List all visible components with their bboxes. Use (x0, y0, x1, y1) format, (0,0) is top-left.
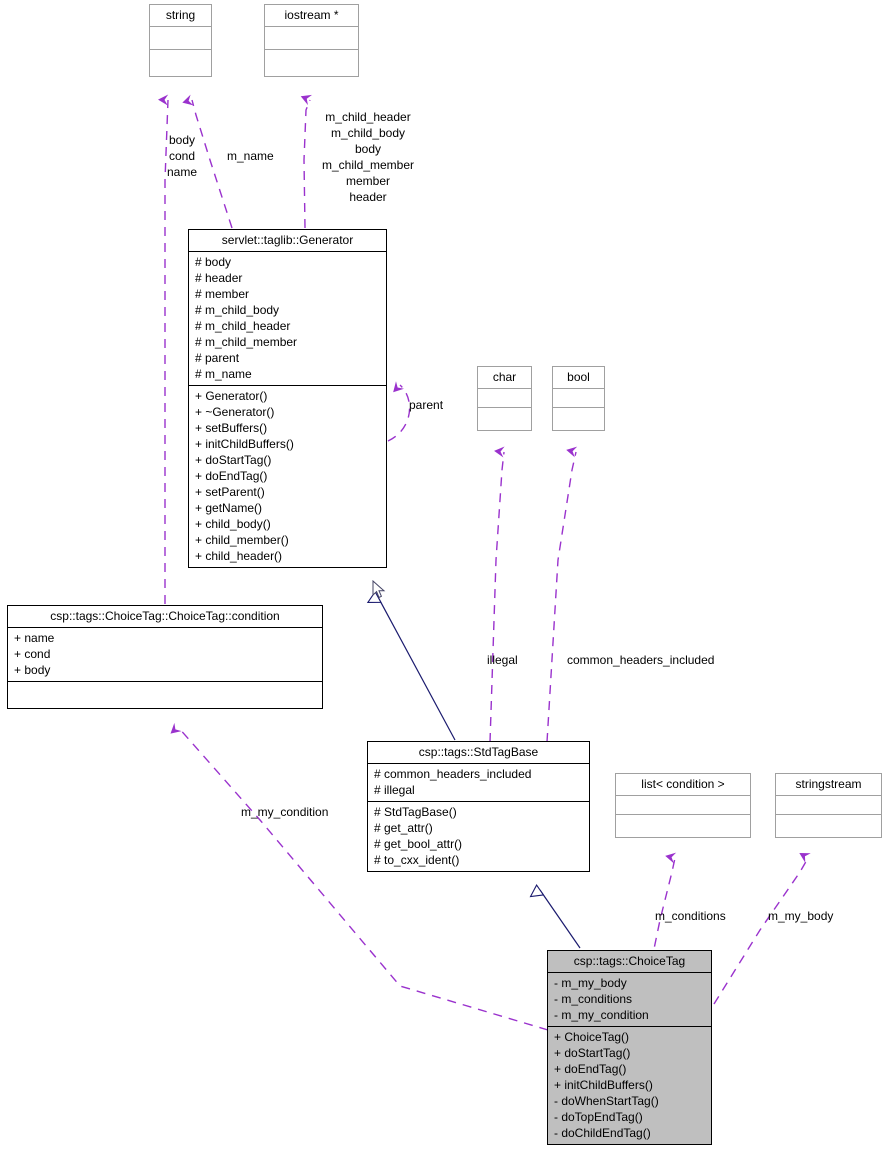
edge-label-stdtagbase-common-headers: common_headers_included (567, 653, 715, 667)
operation-row: + Generator() (195, 389, 268, 403)
edge-choicetag-inherits-stdtagbase (529, 884, 581, 949)
operation-row: - doTopEndTag() (554, 1110, 643, 1124)
operation-row: + initChildBuffers() (195, 437, 294, 451)
operation-row: + doStartTag() (195, 453, 272, 467)
operation-row: + doEndTag() (195, 469, 268, 483)
class-operations-char (478, 408, 531, 430)
operation-row: # get_attr() (374, 821, 433, 835)
diagram-edges-layer (158, 94, 811, 1031)
class-operations-stdtagbase: # StdTagBase() # get_attr() # get_bool_a… (368, 802, 589, 871)
class-box-stdtagbase[interactable]: csp::tags::StdTagBase # common_headers_i… (367, 741, 590, 872)
class-title-char: char (492, 370, 517, 384)
class-box-string[interactable]: string (149, 4, 212, 77)
edge-stdtagbase-inherits-generator (366, 590, 456, 741)
class-attributes-iostream (265, 27, 358, 49)
class-title-bool: bool (567, 370, 590, 384)
attribute-row: # common_headers_included (374, 767, 532, 781)
edge-choicetag-to-stringstream (713, 853, 811, 1005)
class-title-string: string (165, 8, 196, 22)
class-box-generator[interactable]: servlet::taglib::Generator # body # head… (188, 229, 387, 568)
operation-row: + ChoiceTag() (554, 1030, 630, 1044)
operation-row: + doEndTag() (554, 1062, 627, 1076)
class-operations-iostream (265, 50, 358, 76)
edge-label-generator-to-iostream: m_child_header m_child_body body m_child… (321, 110, 415, 204)
attribute-row: + name (14, 631, 55, 645)
operation-row: # StdTagBase() (374, 805, 457, 819)
class-attributes-bool (553, 389, 604, 407)
uml-class-diagram: string iostream * servlet::taglib::Gener… (0, 0, 887, 1163)
edge-label-choicetag-m-my-body: m_my_body (768, 909, 834, 923)
operation-row: - doChildEndTag() (554, 1126, 651, 1140)
class-operations-choicetag: + ChoiceTag() + doStartTag() + doEndTag(… (548, 1027, 711, 1144)
class-title-condition: csp::tags::ChoiceTag::ChoiceTag::conditi… (50, 609, 280, 623)
class-title-stringstream: stringstream (795, 777, 862, 791)
class-attributes-char (478, 389, 531, 407)
class-operations-string (150, 50, 211, 76)
attribute-row: + cond (14, 647, 51, 661)
attribute-row: - m_my_condition (554, 1008, 649, 1022)
class-title-iostream: iostream * (284, 8, 339, 22)
attribute-row: # header (195, 271, 243, 285)
class-box-bool[interactable]: bool (552, 366, 605, 431)
attribute-row: # illegal (374, 783, 415, 797)
class-operations-stringstream (776, 815, 881, 837)
attribute-row: # parent (195, 351, 240, 365)
class-title-choicetag: csp::tags::ChoiceTag (573, 954, 686, 968)
edge-label-generator-m-name: m_name (227, 149, 274, 163)
attribute-row: # body (195, 255, 232, 269)
class-operations-condition (8, 682, 322, 708)
class-attributes-stdtagbase: # common_headers_included # illegal (368, 764, 589, 801)
attribute-row: # m_child_header (195, 319, 291, 333)
class-operations-generator: + Generator() + ~Generator() + setBuffer… (189, 386, 386, 567)
attribute-row: - m_conditions (554, 992, 633, 1006)
edge-label-generator-parent: parent (409, 398, 444, 412)
operation-row: # to_cxx_ident() (374, 853, 460, 867)
attribute-row: # m_name (195, 367, 252, 381)
class-box-condition[interactable]: csp::tags::ChoiceTag::ChoiceTag::conditi… (7, 605, 323, 709)
edge-generator-parent-self (387, 381, 411, 442)
class-operations-list-condition (616, 815, 750, 837)
class-attributes-stringstream (776, 796, 881, 814)
attribute-row: + body (14, 663, 51, 677)
operation-row: + getName() (195, 501, 263, 515)
edge-label-condition-to-string: body cond name (166, 133, 198, 179)
attribute-row: # member (195, 287, 250, 301)
edge-label-stdtagbase-illegal: illegal (487, 653, 518, 667)
edge-stdtagbase-to-char (489, 446, 505, 743)
attribute-row: - m_my_body (554, 976, 627, 990)
operation-row: + child_body() (195, 517, 271, 531)
class-attributes-list-condition (616, 796, 750, 814)
class-attributes-condition: + name + cond + body (8, 628, 322, 681)
class-title-list-condition: list< condition > (641, 777, 725, 791)
mouse-cursor-icon (372, 580, 386, 599)
class-box-stringstream[interactable]: stringstream (775, 773, 882, 838)
class-box-choicetag[interactable]: csp::tags::ChoiceTag - m_my_body - m_con… (547, 950, 712, 1145)
class-box-iostream[interactable]: iostream * (264, 4, 359, 77)
class-attributes-generator: # body # header # member # m_child_body … (189, 252, 386, 385)
edge-label-choicetag-m-conditions: m_conditions (655, 909, 726, 923)
operation-row: + child_header() (195, 549, 283, 563)
class-attributes-string (150, 27, 211, 49)
class-box-char[interactable]: char (477, 366, 532, 431)
class-attributes-choicetag: - m_my_body - m_conditions - m_my_condit… (548, 973, 711, 1026)
operation-row: + ~Generator() (195, 405, 275, 419)
operation-row: + initChildBuffers() (554, 1078, 653, 1092)
operation-row: + setParent() (195, 485, 265, 499)
operation-row: # get_bool_attr() (374, 837, 463, 851)
class-title-generator: servlet::taglib::Generator (221, 233, 354, 247)
operation-row: + doStartTag() (554, 1046, 631, 1060)
edge-label-choicetag-m-my-condition: m_my_condition (241, 805, 329, 819)
operation-row: + setBuffers() (195, 421, 268, 435)
attribute-row: # m_child_member (195, 335, 298, 349)
operation-row: - doWhenStartTag() (554, 1094, 659, 1108)
class-box-list-condition[interactable]: list< condition > (615, 773, 751, 838)
attribute-row: # m_child_body (195, 303, 280, 317)
edge-stdtagbase-to-bool (546, 446, 578, 743)
operation-row: + child_member() (195, 533, 289, 547)
class-title-stdtagbase: csp::tags::StdTagBase (418, 745, 539, 759)
class-operations-bool (553, 408, 604, 430)
